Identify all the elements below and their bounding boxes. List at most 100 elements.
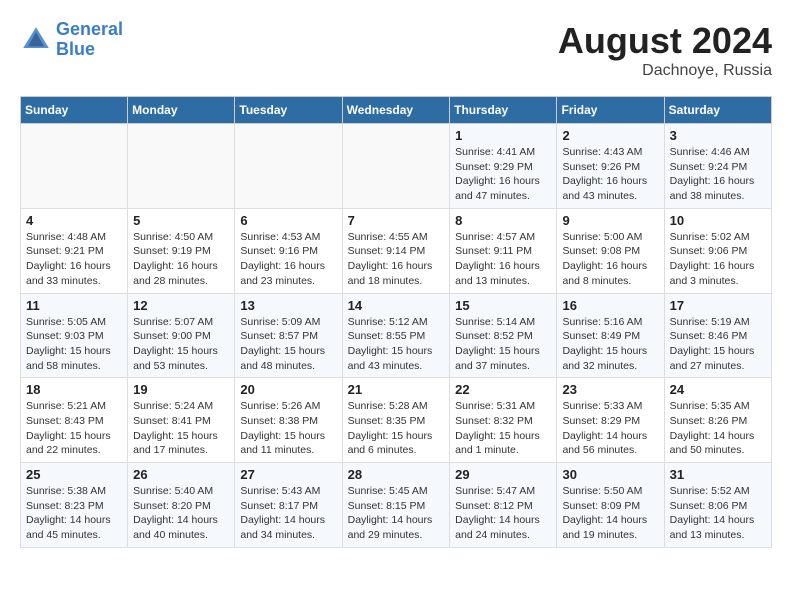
calendar-cell: 20 Sunrise: 5:26 AMSunset: 8:38 PMDayligh…: [235, 378, 342, 463]
calendar-cell: 28Sunrise: 5:45 AMSunset: 8:15 PMDayligh…: [342, 463, 450, 548]
header-day-monday: Monday: [128, 97, 235, 124]
day-number: 21: [348, 382, 445, 397]
calendar-cell: 31 Sunrise: 5:52 AMSunset: 8:06 PMDayligh…: [664, 463, 771, 548]
day-number: 9: [562, 213, 658, 228]
calendar-cell: 15 Sunrise: 5:14 AMSunset: 8:52 PMDayligh…: [450, 293, 557, 378]
calendar-cell: 11 Sunrise: 5:05 AMSunset: 9:03 PMDayligh…: [21, 293, 128, 378]
calendar-cell: 9 Sunrise: 5:00 AMSunset: 9:08 PMDaylight…: [557, 208, 664, 293]
day-number: 1: [455, 128, 551, 143]
month-year-title: August 2024: [558, 20, 772, 62]
calendar-cell: [128, 124, 235, 209]
header-day-sunday: Sunday: [21, 97, 128, 124]
calendar-table: SundayMondayTuesdayWednesdayThursdayFrid…: [20, 96, 772, 548]
day-number: 29: [455, 467, 551, 482]
day-info: Sunrise: 4:46 AMSunset: 9:24 PMDaylight:…: [670, 145, 766, 204]
calendar-cell: 18 Sunrise: 5:21 AMSunset: 8:43 PMDayligh…: [21, 378, 128, 463]
day-info: Sunrise: 5:35 AMSunset: 8:26 PMDaylight:…: [670, 399, 766, 458]
calendar-cell: 24 Sunrise: 5:35 AMSunset: 8:26 PMDayligh…: [664, 378, 771, 463]
calendar-cell: 29 Sunrise: 5:47 AMSunset: 8:12 PMDayligh…: [450, 463, 557, 548]
calendar-cell: 25Sunrise: 5:38 AMSunset: 8:23 PMDayligh…: [21, 463, 128, 548]
day-info: Sunrise: 4:53 AMSunset: 9:16 PMDaylight:…: [240, 230, 336, 289]
logo-icon: [20, 24, 52, 56]
title-block: August 2024 Dachnoye, Russia: [558, 20, 772, 80]
calendar-cell: 10Sunrise: 5:02 AMSunset: 9:06 PMDayligh…: [664, 208, 771, 293]
location-subtitle: Dachnoye, Russia: [558, 62, 772, 80]
day-info: Sunrise: 5:00 AMSunset: 9:08 PMDaylight:…: [562, 230, 658, 289]
day-number: 20: [240, 382, 336, 397]
header-day-saturday: Saturday: [664, 97, 771, 124]
day-info: Sunrise: 5:40 AMSunset: 8:20 PMDaylight:…: [133, 484, 229, 543]
day-info: Sunrise: 5:19 AMSunset: 8:46 PMDaylight:…: [670, 315, 766, 374]
day-number: 10: [670, 213, 766, 228]
day-number: 26: [133, 467, 229, 482]
day-number: 3: [670, 128, 766, 143]
logo-text-line2: Blue: [56, 40, 123, 60]
day-info: Sunrise: 5:33 AMSunset: 8:29 PMDaylight:…: [562, 399, 658, 458]
day-info: Sunrise: 5:50 AMSunset: 8:09 PMDaylight:…: [562, 484, 658, 543]
week-row-3: 11 Sunrise: 5:05 AMSunset: 9:03 PMDayligh…: [21, 293, 772, 378]
header-row: SundayMondayTuesdayWednesdayThursdayFrid…: [21, 97, 772, 124]
day-info: Sunrise: 5:16 AMSunset: 8:49 PMDaylight:…: [562, 315, 658, 374]
page-header: General Blue August 2024 Dachnoye, Russi…: [20, 20, 772, 80]
day-info: Sunrise: 5:47 AMSunset: 8:12 PMDaylight:…: [455, 484, 551, 543]
day-number: 2: [562, 128, 658, 143]
day-info: Sunrise: 5:52 AMSunset: 8:06 PMDaylight:…: [670, 484, 766, 543]
week-row-1: 1 Sunrise: 4:41 AMSunset: 9:29 PMDaylight…: [21, 124, 772, 209]
calendar-cell: 8Sunrise: 4:57 AMSunset: 9:11 PMDaylight…: [450, 208, 557, 293]
day-number: 31: [670, 467, 766, 482]
day-number: 23: [562, 382, 658, 397]
day-info: Sunrise: 4:50 AMSunset: 9:19 PMDaylight:…: [133, 230, 229, 289]
calendar-cell: 12 Sunrise: 5:07 AMSunset: 9:00 PMDayligh…: [128, 293, 235, 378]
calendar-cell: 19 Sunrise: 5:24 AMSunset: 8:41 PMDayligh…: [128, 378, 235, 463]
calendar-cell: 3 Sunrise: 4:46 AMSunset: 9:24 PMDaylight…: [664, 124, 771, 209]
day-info: Sunrise: 5:21 AMSunset: 8:43 PMDaylight:…: [26, 399, 122, 458]
day-info: Sunrise: 4:55 AMSunset: 9:14 PMDaylight:…: [348, 230, 445, 289]
day-number: 28: [348, 467, 445, 482]
day-info: Sunrise: 5:09 AMSunset: 8:57 PMDaylight:…: [240, 315, 336, 374]
calendar-cell: 17Sunrise: 5:19 AMSunset: 8:46 PMDayligh…: [664, 293, 771, 378]
calendar-cell: 27Sunrise: 5:43 AMSunset: 8:17 PMDayligh…: [235, 463, 342, 548]
day-info: Sunrise: 5:14 AMSunset: 8:52 PMDaylight:…: [455, 315, 551, 374]
day-number: 19: [133, 382, 229, 397]
day-info: Sunrise: 4:43 AMSunset: 9:26 PMDaylight:…: [562, 145, 658, 204]
logo: General Blue: [20, 20, 123, 60]
day-number: 12: [133, 298, 229, 313]
calendar-cell: 14Sunrise: 5:12 AMSunset: 8:55 PMDayligh…: [342, 293, 450, 378]
day-number: 24: [670, 382, 766, 397]
day-info: Sunrise: 5:07 AMSunset: 9:00 PMDaylight:…: [133, 315, 229, 374]
calendar-header: SundayMondayTuesdayWednesdayThursdayFrid…: [21, 97, 772, 124]
calendar-cell: 26 Sunrise: 5:40 AMSunset: 8:20 PMDayligh…: [128, 463, 235, 548]
calendar-cell: [342, 124, 450, 209]
day-info: Sunrise: 5:28 AMSunset: 8:35 PMDaylight:…: [348, 399, 445, 458]
day-number: 4: [26, 213, 122, 228]
day-info: Sunrise: 5:05 AMSunset: 9:03 PMDaylight:…: [26, 315, 122, 374]
calendar-cell: 6 Sunrise: 4:53 AMSunset: 9:16 PMDaylight…: [235, 208, 342, 293]
day-info: Sunrise: 5:43 AMSunset: 8:17 PMDaylight:…: [240, 484, 336, 543]
day-info: Sunrise: 4:41 AMSunset: 9:29 PMDaylight:…: [455, 145, 551, 204]
day-number: 25: [26, 467, 122, 482]
calendar-cell: 30Sunrise: 5:50 AMSunset: 8:09 PMDayligh…: [557, 463, 664, 548]
calendar-cell: 16Sunrise: 5:16 AMSunset: 8:49 PMDayligh…: [557, 293, 664, 378]
day-number: 15: [455, 298, 551, 313]
day-number: 11: [26, 298, 122, 313]
logo-text-line1: General: [56, 20, 123, 40]
day-info: Sunrise: 5:26 AMSunset: 8:38 PMDaylight:…: [240, 399, 336, 458]
week-row-5: 25Sunrise: 5:38 AMSunset: 8:23 PMDayligh…: [21, 463, 772, 548]
calendar-cell: 21 Sunrise: 5:28 AMSunset: 8:35 PMDayligh…: [342, 378, 450, 463]
day-number: 18: [26, 382, 122, 397]
header-day-thursday: Thursday: [450, 97, 557, 124]
header-day-tuesday: Tuesday: [235, 97, 342, 124]
day-number: 8: [455, 213, 551, 228]
day-info: Sunrise: 5:24 AMSunset: 8:41 PMDaylight:…: [133, 399, 229, 458]
day-info: Sunrise: 5:12 AMSunset: 8:55 PMDaylight:…: [348, 315, 445, 374]
day-number: 7: [348, 213, 445, 228]
calendar-cell: 4 Sunrise: 4:48 AMSunset: 9:21 PMDaylight…: [21, 208, 128, 293]
day-number: 5: [133, 213, 229, 228]
calendar-cell: 23 Sunrise: 5:33 AMSunset: 8:29 PMDayligh…: [557, 378, 664, 463]
day-info: Sunrise: 4:48 AMSunset: 9:21 PMDaylight:…: [26, 230, 122, 289]
header-day-wednesday: Wednesday: [342, 97, 450, 124]
calendar-cell: 5 Sunrise: 4:50 AMSunset: 9:19 PMDaylight…: [128, 208, 235, 293]
week-row-4: 18 Sunrise: 5:21 AMSunset: 8:43 PMDayligh…: [21, 378, 772, 463]
day-number: 6: [240, 213, 336, 228]
calendar-cell: 22Sunrise: 5:31 AMSunset: 8:32 PMDayligh…: [450, 378, 557, 463]
